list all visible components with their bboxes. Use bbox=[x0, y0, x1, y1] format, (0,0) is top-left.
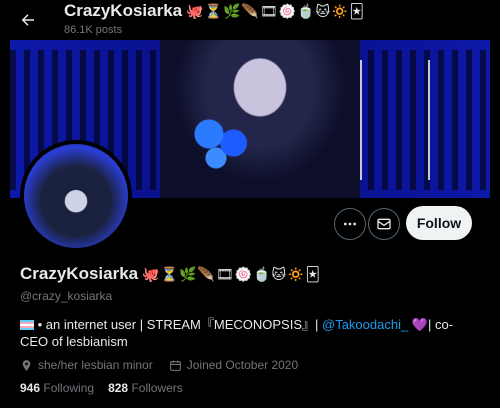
bio-mention-link[interactable]: @Takoodachi_ bbox=[322, 317, 408, 332]
followers-link[interactable]: 828 Followers bbox=[108, 381, 183, 395]
follow-stats: 946 Following 828 Followers bbox=[20, 381, 183, 395]
follow-button[interactable]: Follow bbox=[406, 206, 472, 240]
display-name-emojis: 🐙⏳🌿🪶🎞🍥🍵🐱🔅🃏 bbox=[142, 265, 321, 282]
more-icon bbox=[344, 222, 356, 226]
pronouns-text: she/her lesbian minor bbox=[38, 358, 153, 372]
header-title: CrazyKosiarka 🐙⏳🌿🪶🎞🍥🍵🐱🔅🃏 bbox=[64, 1, 365, 21]
avatar[interactable] bbox=[20, 140, 132, 252]
message-button[interactable] bbox=[368, 208, 400, 240]
following-link[interactable]: 946 Following bbox=[20, 381, 94, 395]
arrow-left-icon bbox=[21, 14, 34, 26]
display-name: CrazyKosiarka 🐙⏳🌿🪶🎞🍥🍵🐱🔅🃏 bbox=[20, 264, 321, 284]
location-pin-icon bbox=[22, 359, 31, 371]
post-count: 86.1K posts bbox=[64, 24, 123, 36]
joined-text: Joined October 2020 bbox=[186, 358, 299, 372]
calendar-icon bbox=[169, 360, 181, 371]
purple-heart-icon: 💜 bbox=[408, 317, 429, 332]
header-emojis: 🐙⏳🌿🪶🎞🍥🍵🐱🔅🃏 bbox=[186, 2, 365, 19]
trans-flag-icon bbox=[20, 320, 34, 330]
followers-label: Followers bbox=[131, 381, 183, 395]
header-name: CrazyKosiarka bbox=[64, 1, 183, 20]
top-bar: CrazyKosiarka 🐙⏳🌿🪶🎞🍥🍵🐱🔅🃏 86.1K posts bbox=[0, 0, 500, 40]
bio-prefix: • an internet user | STREAM『MECONOPSIS』| bbox=[34, 317, 322, 332]
joined-item: Joined October 2020 bbox=[169, 358, 298, 372]
followers-count: 828 bbox=[108, 381, 129, 395]
bio: • an internet user | STREAM『MECONOPSIS』|… bbox=[20, 316, 480, 350]
user-handle: @crazy_kosiarka bbox=[20, 289, 113, 303]
back-button[interactable] bbox=[14, 6, 42, 34]
mail-icon bbox=[377, 218, 391, 230]
pronouns-item: she/her lesbian minor bbox=[20, 358, 153, 372]
more-button[interactable] bbox=[334, 208, 366, 240]
following-label: Following bbox=[43, 381, 95, 395]
banner-flowers bbox=[188, 110, 258, 170]
banner-glyph-art bbox=[360, 60, 430, 180]
display-name-text: CrazyKosiarka bbox=[20, 264, 139, 283]
profile-meta: she/her lesbian minor Joined October 202… bbox=[20, 358, 298, 372]
following-count: 946 bbox=[20, 381, 41, 395]
